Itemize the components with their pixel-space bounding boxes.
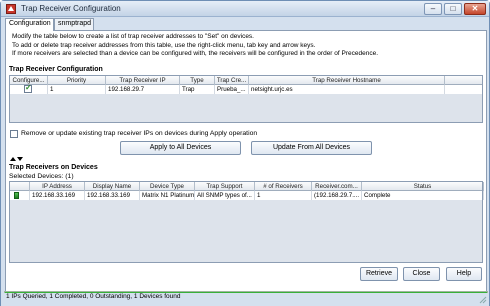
- col-receiver-com[interactable]: Receiver.com...: [312, 182, 362, 191]
- splitter-up-icon[interactable]: [10, 157, 16, 161]
- ip-cell[interactable]: 192.168.29.7: [106, 85, 180, 94]
- col-device-type[interactable]: Device Type: [140, 182, 195, 191]
- retrieve-button[interactable]: Retrieve: [360, 267, 398, 281]
- priority-cell[interactable]: 1: [48, 85, 106, 94]
- devices-table-header: IP Address Display Name Device Type Trap…: [10, 182, 484, 191]
- tab-snmptrapd[interactable]: snmptrapd: [54, 18, 94, 30]
- trap-receiver-window: Trap Receiver Configuration – □ ✕ Config…: [0, 0, 490, 306]
- title-bar[interactable]: Trap Receiver Configuration – □ ✕: [1, 1, 489, 17]
- remove-update-checkbox[interactable]: [10, 130, 18, 138]
- display-name-cell[interactable]: 192.168.33.169: [85, 191, 140, 200]
- remove-update-label: Remove or update existing trap receiver …: [21, 130, 258, 137]
- receiver-com-cell[interactable]: (192.168.29.7....: [312, 191, 362, 200]
- type-cell[interactable]: Trap: [180, 85, 215, 94]
- devices-table[interactable]: IP Address Display Name Device Type Trap…: [9, 181, 484, 263]
- table-empty-area: [10, 94, 482, 122]
- col-display-name[interactable]: Display Name: [85, 182, 140, 191]
- col-trap-support[interactable]: Trap Support: [195, 182, 255, 191]
- table-row[interactable]: 192.168.33.169 192.168.33.169 Matrix N1 …: [10, 191, 484, 200]
- device-type-cell[interactable]: Matrix N1 Platinum: [140, 191, 195, 200]
- instruction-line: If more receivers are selected than a de…: [12, 50, 379, 58]
- maximize-button[interactable]: □: [444, 3, 462, 15]
- col-priority[interactable]: Priority: [48, 76, 106, 85]
- update-from-all-button[interactable]: Update From All Devices: [251, 141, 372, 155]
- col-configure[interactable]: Configure...: [10, 76, 48, 85]
- col-num-receivers[interactable]: # of Receivers: [255, 182, 312, 191]
- tab-configuration[interactable]: Configuration: [5, 18, 54, 31]
- col-icon[interactable]: [10, 182, 30, 191]
- instruction-line: Modify the table below to create a list …: [12, 33, 254, 40]
- config-section-title: Trap Receiver Configuration: [9, 66, 103, 73]
- trap-support-cell[interactable]: All SNMP types of...: [195, 191, 255, 200]
- status-bar: 1 IPs Queried, 1 Completed, 0 Outstandin…: [1, 293, 489, 306]
- col-trap-cred[interactable]: Trap Cre...: [215, 76, 249, 85]
- devices-empty-area: [10, 200, 482, 262]
- checkmark-icon: ✓: [25, 85, 32, 92]
- instructions: Modify the table below to create a list …: [12, 33, 378, 59]
- col-trap-receiver-ip[interactable]: Trap Receiver IP: [106, 76, 180, 85]
- col-hostname[interactable]: Trap Receiver Hostname: [249, 76, 445, 85]
- app-icon: [6, 4, 16, 14]
- hostname-cell[interactable]: netsight.urjc.es: [249, 85, 445, 94]
- devices-section-title: Trap Receivers on Devices: [9, 164, 98, 171]
- cred-cell[interactable]: Prueba_...: [215, 85, 249, 94]
- window-title: Trap Receiver Configuration: [21, 4, 121, 13]
- table-row[interactable]: ✓ 1 192.168.29.7 Trap Prueba_... netsigh…: [10, 85, 482, 94]
- apply-to-all-button[interactable]: Apply to All Devices: [120, 141, 241, 155]
- resize-grip-icon[interactable]: [479, 296, 487, 304]
- selected-devices-count: Selected Devices: (1): [9, 173, 74, 180]
- config-table-header: Configure... Priority Trap Receiver IP T…: [10, 76, 482, 85]
- col-ip-address[interactable]: IP Address: [30, 182, 85, 191]
- splitter-arrows[interactable]: [10, 157, 30, 163]
- help-button[interactable]: Help: [446, 267, 482, 281]
- device-status-icon: [14, 192, 19, 199]
- device-icon-cell: [10, 191, 30, 200]
- status-text: 1 IPs Queried, 1 Completed, 0 Outstandin…: [6, 293, 181, 300]
- configure-cell[interactable]: ✓: [10, 85, 48, 94]
- minimize-button[interactable]: –: [424, 3, 442, 15]
- col-type[interactable]: Type: [180, 76, 215, 85]
- close-button[interactable]: Close: [403, 267, 440, 281]
- ip-address-cell[interactable]: 192.168.33.169: [30, 191, 85, 200]
- col-status[interactable]: Status: [362, 182, 484, 191]
- configuration-panel: Modify the table below to create a list …: [5, 30, 487, 292]
- configure-checkbox[interactable]: ✓: [24, 85, 32, 93]
- num-receivers-cell[interactable]: 1: [255, 191, 312, 200]
- close-window-button[interactable]: ✕: [464, 3, 486, 15]
- splitter-down-icon[interactable]: [17, 157, 23, 161]
- status-cell[interactable]: Complete: [362, 191, 484, 200]
- config-table[interactable]: Configure... Priority Trap Receiver IP T…: [9, 75, 483, 123]
- instruction-line: To add or delete trap receiver addresses…: [12, 41, 316, 49]
